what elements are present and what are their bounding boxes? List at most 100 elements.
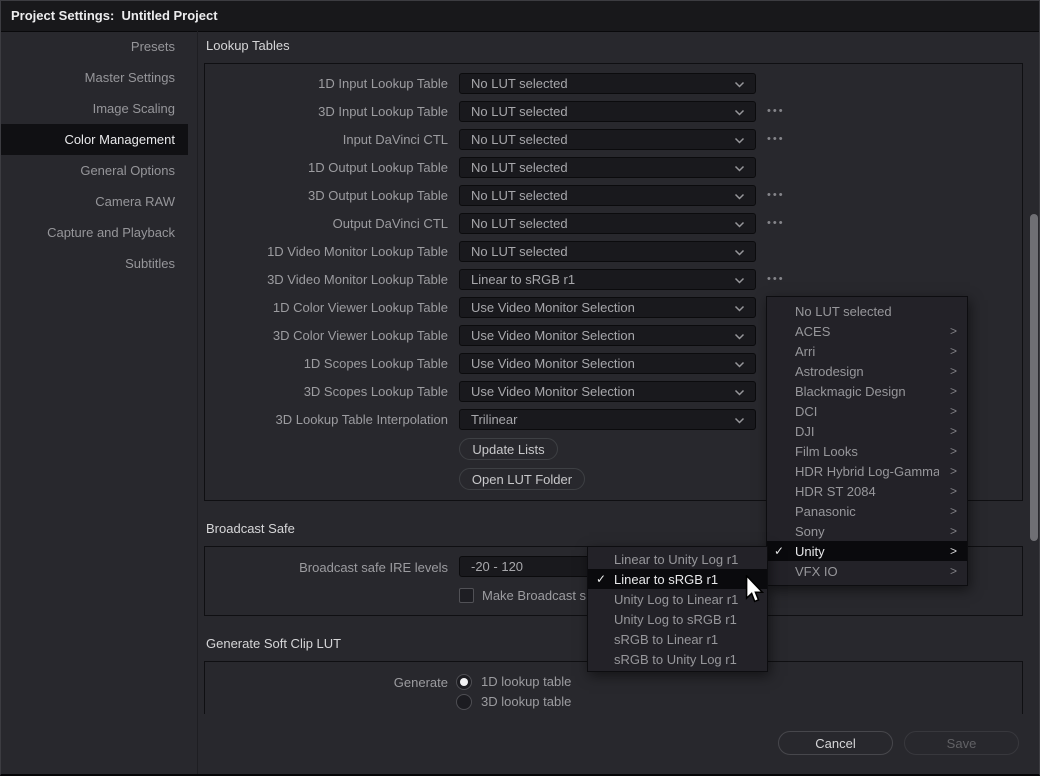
menu-item-label: Unity — [795, 544, 939, 559]
menu-item-unity[interactable]: ✓Unity> — [767, 541, 967, 561]
submenu-arrow-icon: > — [939, 464, 957, 478]
sidebar-divider — [197, 31, 198, 774]
vertical-scrollbar-thumb[interactable] — [1030, 214, 1038, 541]
checkmark-icon: ✓ — [767, 544, 795, 558]
menu-item-no-lut-selected[interactable]: No LUT selected — [767, 301, 967, 321]
1d-scopes-lookup-table-select[interactable]: Use Video Monitor Selection — [459, 353, 756, 374]
select-value: No LUT selected — [471, 74, 568, 93]
1d-output-lookup-table-label: 1D Output Lookup Table — [204, 157, 448, 178]
menu-item-film-looks[interactable]: Film Looks> — [767, 441, 967, 461]
chevron-down-icon — [734, 361, 745, 368]
submenu-arrow-icon: > — [939, 564, 957, 578]
sidebar-item-general-options[interactable]: General Options — [1, 155, 188, 186]
chevron-down-icon — [734, 165, 745, 172]
lut-options-button[interactable]: ••• — [767, 129, 785, 150]
submenu-arrow-icon: > — [939, 404, 957, 418]
chevron-down-icon — [734, 109, 745, 116]
lut-row: 1D Video Monitor Lookup Table No LUT sele… — [204, 237, 1023, 265]
3d-color-viewer-lookup-table-select[interactable]: Use Video Monitor Selection — [459, 325, 756, 346]
chevron-down-icon — [734, 333, 745, 340]
section-title-broadcast-safe: Broadcast Safe — [206, 521, 295, 537]
output-davinci-ctl-label: Output DaVinci CTL — [204, 213, 448, 234]
submenu-arrow-icon: > — [939, 444, 957, 458]
select-value: No LUT selected — [471, 214, 568, 233]
3d-output-lookup-table-select[interactable]: No LUT selected — [459, 185, 756, 206]
3d-lookup-table-interpolation-label: 3D Lookup Table Interpolation — [204, 409, 448, 430]
3d-input-lookup-table-select[interactable]: No LUT selected — [459, 101, 756, 122]
menu-item-sony[interactable]: Sony> — [767, 521, 967, 541]
1d-video-monitor-lookup-table-select[interactable]: No LUT selected — [459, 241, 756, 262]
menu-item-dci[interactable]: DCI> — [767, 401, 967, 421]
input-davinci-ctl-select[interactable]: No LUT selected — [459, 129, 756, 150]
menu-item-arri[interactable]: Arri> — [767, 341, 967, 361]
open-lut-folder-button[interactable]: Open LUT Folder — [459, 468, 585, 490]
menu-item-label: No LUT selected — [795, 304, 939, 319]
generate-label: Generate — [204, 672, 448, 693]
menu-item-hdr-st-2084[interactable]: HDR ST 2084> — [767, 481, 967, 501]
sidebar-item-presets[interactable]: Presets — [1, 31, 188, 62]
lut-options-button[interactable]: ••• — [767, 185, 785, 206]
sidebar-item-color-management[interactable]: Color Management — [1, 124, 188, 155]
menu-item-unity-log-to-linear-r1[interactable]: Unity Log to Linear r1 — [588, 589, 767, 609]
chevron-down-icon — [734, 305, 745, 312]
chevron-down-icon — [734, 249, 745, 256]
sidebar-item-image-scaling[interactable]: Image Scaling — [1, 93, 188, 124]
radio-3d-lookup-table-label: 3D lookup table — [481, 692, 571, 712]
submenu-arrow-icon: > — [939, 524, 957, 538]
menu-item-label: Linear to sRGB r1 — [614, 572, 739, 587]
menu-item-blackmagic-design[interactable]: Blackmagic Design> — [767, 381, 967, 401]
window-title: Project Settings: Untitled Project — [11, 1, 218, 31]
menu-item-vfx-io[interactable]: VFX IO> — [767, 561, 967, 581]
menu-item-aces[interactable]: ACES> — [767, 321, 967, 341]
menu-item-label: sRGB to Unity Log r1 — [614, 652, 739, 667]
menu-item-srgb-to-unity-log-r1[interactable]: sRGB to Unity Log r1 — [588, 649, 767, 669]
settings-sidebar: PresetsMaster SettingsImage ScalingColor… — [1, 31, 188, 279]
chevron-down-icon — [734, 277, 745, 284]
sidebar-item-capture-and-playback[interactable]: Capture and Playback — [1, 217, 188, 248]
menu-item-dji[interactable]: DJI> — [767, 421, 967, 441]
menu-item-linear-to-srgb-r1[interactable]: ✓Linear to sRGB r1 — [588, 569, 767, 589]
menu-item-panasonic[interactable]: Panasonic> — [767, 501, 967, 521]
chevron-down-icon — [734, 389, 745, 396]
3d-video-monitor-lookup-table-select[interactable]: Linear to sRGB r1 — [459, 269, 756, 290]
menu-item-label: Unity Log to sRGB r1 — [614, 612, 739, 627]
save-button[interactable]: Save — [904, 731, 1019, 755]
lut-options-button[interactable]: ••• — [767, 101, 785, 122]
1d-output-lookup-table-select[interactable]: No LUT selected — [459, 157, 756, 178]
submenu-arrow-icon: > — [939, 364, 957, 378]
radio-3d-lookup-table[interactable] — [456, 694, 472, 710]
sidebar-item-camera-raw[interactable]: Camera RAW — [1, 186, 188, 217]
update-lists-button[interactable]: Update Lists — [459, 438, 558, 460]
menu-item-hdr-hybrid-log-gamma[interactable]: HDR Hybrid Log-Gamma> — [767, 461, 967, 481]
cancel-button[interactable]: Cancel — [778, 731, 893, 755]
input-davinci-ctl-label: Input DaVinci CTL — [204, 129, 448, 150]
menu-item-linear-to-unity-log-r1[interactable]: Linear to Unity Log r1 — [588, 549, 767, 569]
1d-color-viewer-lookup-table-select[interactable]: Use Video Monitor Selection — [459, 297, 756, 318]
make-broadcast-safe-checkbox[interactable] — [459, 588, 474, 603]
sidebar-item-master-settings[interactable]: Master Settings — [1, 62, 188, 93]
radio-1d-lookup-table[interactable] — [456, 674, 472, 690]
1d-scopes-lookup-table-label: 1D Scopes Lookup Table — [204, 353, 448, 374]
section-title-soft-clip: Generate Soft Clip LUT — [206, 636, 341, 652]
menu-item-label: Linear to Unity Log r1 — [614, 552, 739, 567]
menu-item-astrodesign[interactable]: Astrodesign> — [767, 361, 967, 381]
menu-item-label: Astrodesign — [795, 364, 939, 379]
lut-options-button[interactable]: ••• — [767, 213, 785, 234]
menu-item-unity-log-to-srgb-r1[interactable]: Unity Log to sRGB r1 — [588, 609, 767, 629]
output-davinci-ctl-select[interactable]: No LUT selected — [459, 213, 756, 234]
3d-lookup-table-interpolation-select[interactable]: Trilinear — [459, 409, 756, 430]
titlebar: Project Settings: Untitled Project — [1, 1, 1039, 32]
1d-input-lookup-table-select[interactable]: No LUT selected — [459, 73, 756, 94]
submenu-arrow-icon: > — [939, 424, 957, 438]
menu-item-label: Arri — [795, 344, 939, 359]
menu-item-srgb-to-linear-r1[interactable]: sRGB to Linear r1 — [588, 629, 767, 649]
1d-video-monitor-lookup-table-label: 1D Video Monitor Lookup Table — [204, 241, 448, 262]
lut-options-button[interactable]: ••• — [767, 269, 785, 290]
lut-row: 1D Input Lookup TableNo LUT selected — [204, 69, 1023, 97]
3d-scopes-lookup-table-select[interactable]: Use Video Monitor Selection — [459, 381, 756, 402]
menu-item-label: Panasonic — [795, 504, 939, 519]
sidebar-item-subtitles[interactable]: Subtitles — [1, 248, 188, 279]
3d-input-lookup-table-label: 3D Input Lookup Table — [204, 101, 448, 122]
select-value: Trilinear — [471, 410, 517, 429]
3d-color-viewer-lookup-table-label: 3D Color Viewer Lookup Table — [204, 325, 448, 346]
